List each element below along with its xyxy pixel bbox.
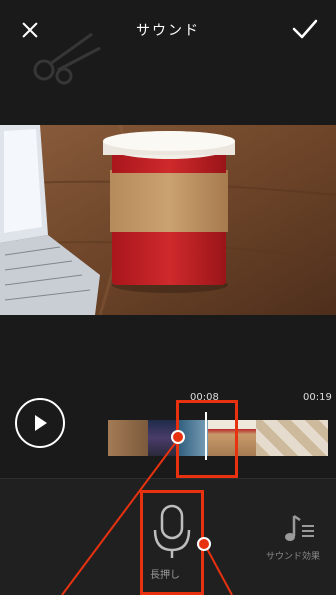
annotation-dot [197, 537, 211, 551]
annotation-dot [171, 430, 185, 444]
annotation-lines [61, 437, 233, 595]
